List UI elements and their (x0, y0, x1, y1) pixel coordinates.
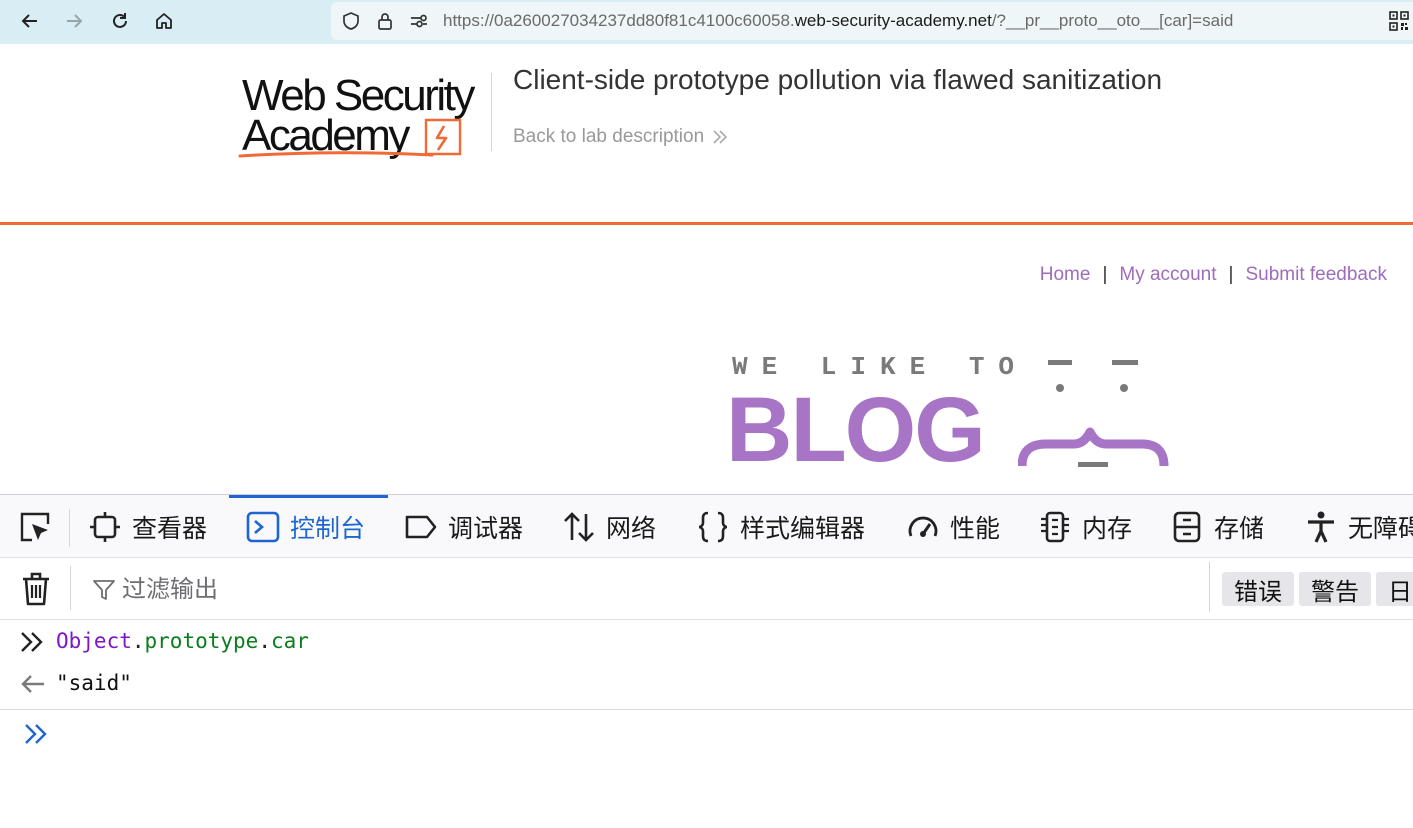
devtools-panel: 查看器 控制台 调试器 网络 样式编辑器 性能 内存 存储 无障 过滤输出 错误… (0, 494, 1413, 828)
back-to-lab-description-link[interactable]: Back to lab description (513, 126, 728, 148)
input-chevron-icon (21, 632, 43, 652)
url-text[interactable]: https://0a260027034237dd80f81c4100c60058… (443, 11, 1233, 31)
tab-label: 网络 (606, 515, 657, 543)
qr-code-icon[interactable] (1389, 11, 1409, 31)
url-bar[interactable]: https://0a260027034237dd80f81c4100c60058… (331, 2, 1413, 40)
tab-label: 样式编辑器 (740, 515, 866, 543)
storage-icon (1173, 511, 1201, 543)
filter-logs-button[interactable]: 日 (1376, 572, 1413, 606)
tab-label: 性能 (950, 515, 1001, 543)
blog-face-icon (1018, 360, 1169, 467)
tab-debugger[interactable]: 调试器 (404, 497, 523, 557)
console-prompt-input[interactable] (56, 718, 1396, 752)
url-path: /?__pr__proto__oto__[car]=said (991, 11, 1234, 30)
tab-inspector[interactable]: 查看器 (88, 497, 207, 557)
nav-separator: | (1228, 264, 1234, 285)
tab-label: 控制台 (290, 515, 366, 543)
banner-tagline: WE LIKE TO (732, 352, 1029, 382)
tab-memory[interactable]: 内存 (1038, 497, 1132, 557)
nav-submit-feedback-link[interactable]: Submit feedback (1245, 264, 1387, 286)
top-navigation: Home | My account | Submit feedback (1040, 264, 1387, 286)
forward-arrow-icon[interactable] (58, 6, 90, 36)
tab-style-editor[interactable]: 样式编辑器 (696, 497, 865, 557)
result-arrow-icon (21, 675, 44, 693)
console-input-divider (0, 709, 1413, 710)
toolbar-divider (70, 566, 71, 610)
accessibility-icon (1308, 511, 1334, 543)
inspector-icon (90, 512, 120, 542)
home-icon[interactable] (148, 6, 180, 36)
tab-storage[interactable]: 存储 (1170, 497, 1264, 557)
console-input-expression: Object.prototype.car (56, 629, 309, 653)
lab-title: Client-side prototype pollution via flaw… (513, 64, 1163, 95)
shield-icon[interactable] (341, 11, 361, 31)
devtools-tab-bar: 查看器 控制台 调试器 网络 样式编辑器 性能 内存 存储 无障 (0, 494, 1413, 558)
url-prefix: https://0a260027034237dd80f81c4100c60058… (443, 11, 795, 30)
filter-output-input[interactable] (122, 570, 1202, 608)
console-filter-bar: 错误 警告 日 (0, 558, 1413, 620)
console-input-row: Object.prototype.car (0, 620, 1413, 662)
style-editor-icon (698, 511, 728, 543)
token-dot: . (258, 629, 271, 653)
blog-banner: WE LIKE TO BLOG (722, 346, 1182, 476)
nav-home-link[interactable]: Home (1040, 264, 1091, 286)
token-prototype: prototype (144, 629, 259, 653)
web-security-academy-logo[interactable]: Web Security Academy (236, 66, 494, 164)
nav-my-account-link[interactable]: My account (1119, 264, 1216, 286)
logo-divider (491, 73, 492, 151)
token-dot: . (131, 629, 145, 653)
browser-toolbar: https://0a260027034237dd80f81c4100c60058… (0, 0, 1413, 44)
clear-console-button[interactable] (18, 570, 54, 608)
tab-console[interactable]: 控制台 (246, 497, 365, 557)
back-arrow-icon[interactable] (14, 6, 46, 36)
trash-icon (23, 572, 49, 606)
tab-network[interactable]: 网络 (562, 497, 656, 557)
console-icon (246, 511, 280, 543)
tab-accessibility[interactable]: 无障碍 (1304, 497, 1413, 557)
memory-icon (1041, 511, 1069, 543)
element-picker-icon (20, 512, 50, 542)
permissions-icon[interactable] (409, 11, 429, 31)
console-output: Object.prototype.car "said" (0, 620, 1413, 828)
toolbar-divider (69, 509, 70, 547)
reload-icon[interactable] (104, 6, 136, 36)
tab-label: 查看器 (132, 515, 208, 543)
token-object: Object (56, 629, 132, 653)
element-picker-button[interactable] (14, 507, 56, 547)
filter-warnings-button[interactable]: 警告 (1299, 572, 1371, 606)
double-chevron-right-icon (713, 130, 728, 144)
lock-icon[interactable] (375, 11, 395, 31)
debugger-icon (405, 515, 437, 539)
network-icon (564, 512, 594, 542)
nav-separator: | (1102, 264, 1108, 285)
console-result-row: "said" (0, 662, 1413, 704)
filter-errors-button[interactable]: 错误 (1222, 572, 1294, 606)
tab-label: 无障碍 (1348, 515, 1413, 543)
logo-underline-icon (238, 151, 434, 158)
prompt-chevron-icon (25, 724, 47, 744)
back-link-label: Back to lab description (513, 126, 705, 147)
token-car: car (270, 629, 309, 653)
banner-title: BLOG (726, 379, 986, 481)
console-result-value[interactable]: "said" (56, 671, 132, 695)
filter-icon (93, 580, 115, 600)
tab-label: 内存 (1082, 515, 1133, 543)
url-host: web-security-academy.net (794, 11, 992, 30)
tab-label: 调试器 (448, 515, 524, 543)
tab-label: 存储 (1214, 515, 1265, 543)
toolbar-divider (1209, 562, 1210, 612)
header-divider (0, 222, 1413, 225)
performance-icon (908, 516, 938, 537)
tab-performance[interactable]: 性能 (906, 497, 1000, 557)
